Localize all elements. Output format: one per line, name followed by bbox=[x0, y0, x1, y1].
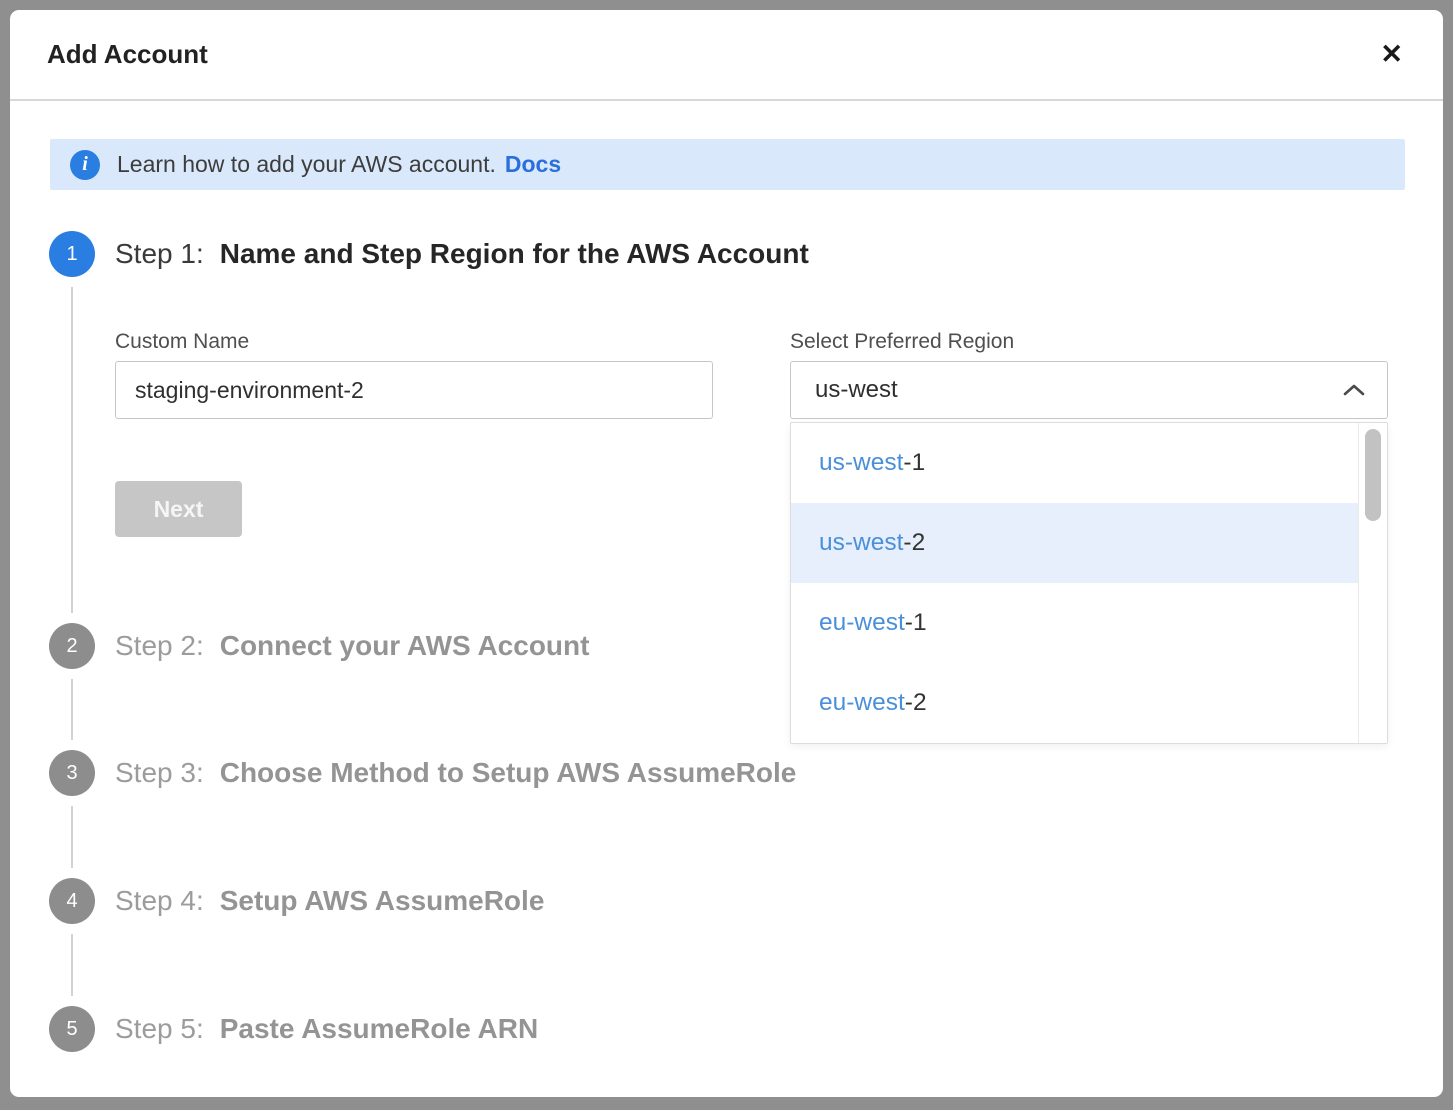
option-suffix-text: -2 bbox=[903, 529, 925, 557]
next-button[interactable]: Next bbox=[115, 481, 242, 537]
banner-text: Learn how to add your AWS account. bbox=[117, 151, 496, 178]
step-3-prefix: Step 3: bbox=[115, 756, 204, 790]
option-suffix-text: -1 bbox=[905, 609, 927, 637]
step-2-circle: 2 bbox=[49, 623, 95, 669]
step-connector bbox=[71, 679, 73, 740]
custom-name-input[interactable] bbox=[115, 361, 713, 419]
step-4-title: Setup AWS AssumeRole bbox=[220, 884, 545, 918]
step-5-circle: 5 bbox=[49, 1006, 95, 1052]
option-match-text: eu-west bbox=[819, 609, 905, 637]
modal-header: Add Account ✕ bbox=[10, 10, 1443, 101]
step-1-header: Step 1: Name and Step Region for the AWS… bbox=[115, 237, 809, 271]
dropdown-scrollbar-thumb[interactable] bbox=[1365, 429, 1381, 521]
step-connector bbox=[71, 806, 73, 868]
region-select[interactable]: us-west bbox=[790, 361, 1388, 419]
step-3-title: Choose Method to Setup AWS AssumeRole bbox=[220, 756, 797, 790]
step-4-header: Step 4: Setup AWS AssumeRole bbox=[115, 884, 544, 918]
step-3-header: Step 3: Choose Method to Setup AWS Assum… bbox=[115, 756, 796, 790]
option-match-text: us-west bbox=[819, 529, 903, 557]
step-1-title: Name and Step Region for the AWS Account bbox=[220, 237, 809, 271]
option-suffix-text: -2 bbox=[905, 689, 927, 717]
step-1-circle: 1 bbox=[49, 231, 95, 277]
region-option-eu-west-2[interactable]: eu-west-2 bbox=[791, 663, 1387, 743]
dropdown-scrollbar-track bbox=[1358, 423, 1387, 743]
region-select-value: us-west bbox=[815, 376, 898, 404]
option-match-text: eu-west bbox=[819, 689, 905, 717]
info-banner: i Learn how to add your AWS account. Doc… bbox=[50, 139, 1405, 190]
info-icon: i bbox=[70, 150, 100, 180]
step-4-circle: 4 bbox=[49, 878, 95, 924]
region-option-us-west-1[interactable]: us-west-1 bbox=[791, 423, 1387, 503]
region-dropdown: us-west-1 us-west-2 eu-west-1 eu-west-2 bbox=[790, 422, 1388, 744]
step-5-title: Paste AssumeRole ARN bbox=[220, 1012, 538, 1046]
add-account-modal: Add Account ✕ i Learn how to add your AW… bbox=[10, 10, 1443, 1097]
close-icon[interactable]: ✕ bbox=[1380, 41, 1403, 68]
step-4-prefix: Step 4: bbox=[115, 884, 204, 918]
option-suffix-text: -1 bbox=[903, 449, 925, 477]
step-2-title: Connect your AWS Account bbox=[220, 629, 590, 663]
chevron-up-icon[interactable] bbox=[1343, 384, 1365, 396]
step-2-header: Step 2: Connect your AWS Account bbox=[115, 629, 589, 663]
step-1-prefix: Step 1: bbox=[115, 237, 204, 271]
region-option-eu-west-1[interactable]: eu-west-1 bbox=[791, 583, 1387, 663]
option-match-text: us-west bbox=[819, 449, 903, 477]
step-connector bbox=[71, 934, 73, 996]
custom-name-label: Custom Name bbox=[115, 330, 249, 354]
step-3-circle: 3 bbox=[49, 750, 95, 796]
docs-link[interactable]: Docs bbox=[505, 151, 561, 178]
region-option-us-west-2[interactable]: us-west-2 bbox=[791, 503, 1387, 583]
step-connector bbox=[71, 287, 73, 613]
region-label: Select Preferred Region bbox=[790, 330, 1014, 354]
page-title: Add Account bbox=[47, 39, 208, 70]
step-5-prefix: Step 5: bbox=[115, 1012, 204, 1046]
step-5-header: Step 5: Paste AssumeRole ARN bbox=[115, 1012, 538, 1046]
step-2-prefix: Step 2: bbox=[115, 629, 204, 663]
